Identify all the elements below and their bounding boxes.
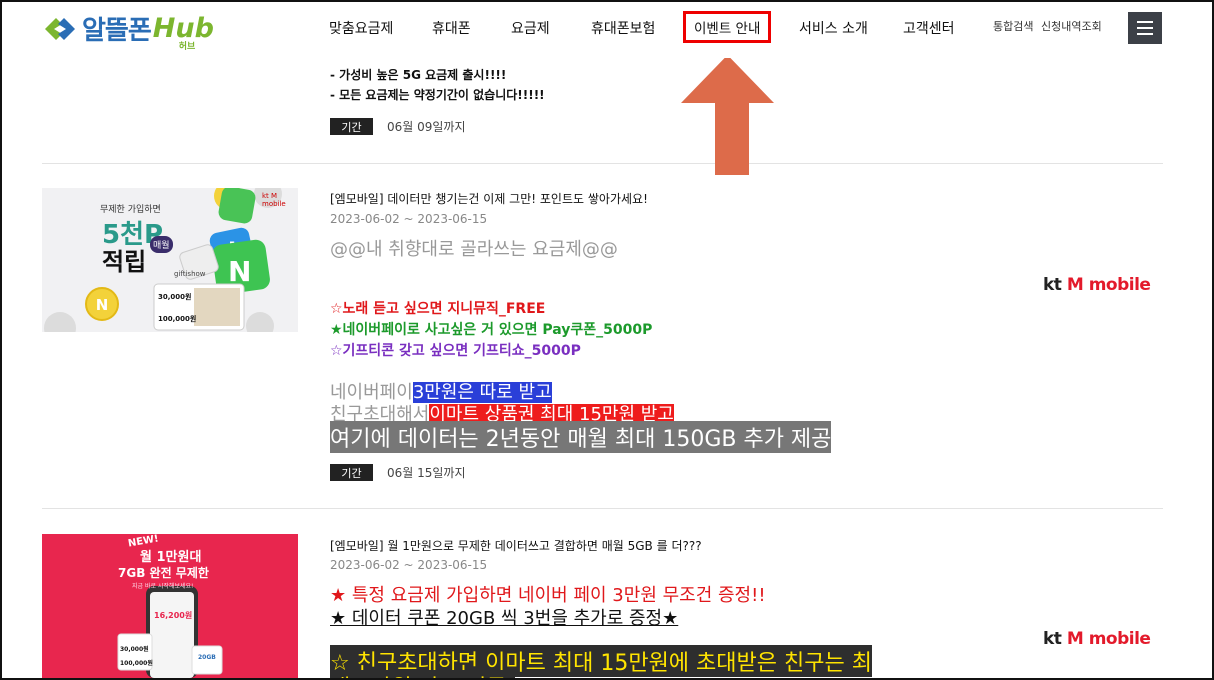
- event2-date: 2023-06-02 ~ 2023-06-15: [330, 558, 488, 572]
- thumb-corner-brand: kt M mobile: [262, 192, 286, 208]
- thumb-amount2: 100,000원: [120, 660, 153, 667]
- thumb-line3: 지금 바로 시작해보세요!: [132, 583, 194, 590]
- thumb-amount2: 100,000원: [158, 315, 197, 323]
- brand-kt: kt: [1043, 629, 1062, 649]
- logo-mark-icon: [45, 17, 75, 40]
- event2-line2: ★ 데이터 쿠폰 20GB 씩 3번을 추가로 증정★: [330, 608, 679, 629]
- event2-title[interactable]: [엠모바일] 월 1만원으로 무제한 데이터쓰고 결합하면 매월 5GB 를 더…: [330, 537, 702, 554]
- event1-thumbnail[interactable]: N L N 무제한 가입하면 5천P 적립 매월 kt M mobile gif…: [42, 188, 298, 332]
- event0-line2: - 모든 요금제는 약정기간이 없습니다!!!!!: [330, 88, 545, 102]
- event2-brand-logo: kt M mobile: [1043, 629, 1151, 649]
- nav-phone[interactable]: 휴대폰: [432, 18, 471, 38]
- site-logo[interactable]: 알뜰폰 Hub 허브: [42, 10, 214, 52]
- event1-title[interactable]: [엠모바일] 데이터만 챙기는건 이제 그만! 포인트도 쌓아가세요!: [330, 190, 648, 207]
- event1-thumbnail-art: N L N: [44, 188, 282, 332]
- event0-period: 기간 06월 09일까지: [330, 118, 466, 135]
- event1-opt3: ☆기프티콘 갖고 싶으면 기프티쇼_5000P: [330, 343, 581, 359]
- thumb-big2-text: 적립: [102, 248, 147, 276]
- brand-mmobile: M mobile: [1066, 275, 1151, 295]
- event1-brand-logo: kt M mobile: [1043, 275, 1151, 295]
- logo-text: 알뜰폰: [82, 16, 152, 46]
- logo-hub: Hub 허브: [153, 13, 214, 52]
- event1-headline: @@내 취향대로 골라쓰는 요금제@@: [330, 239, 618, 260]
- menu-line-icon: [1137, 33, 1153, 35]
- nav-event[interactable]: 이벤트 안내: [683, 11, 772, 43]
- divider: [42, 508, 1163, 509]
- menu-line-icon: [1137, 27, 1153, 29]
- nav-service[interactable]: 서비스 소개: [799, 18, 868, 38]
- thumb-amount1: 30,000원: [158, 293, 192, 301]
- event2-thumbnail[interactable]: NEW! 월 1만원대 7GB 완전 무제한 지금 바로 시작해보세요! 16,…: [42, 534, 298, 678]
- svg-text:N: N: [228, 255, 251, 288]
- event1-opt1: ☆노래 듣고 싶으면 지니뮤직_FREE: [330, 301, 546, 317]
- thumb-badge: 매월: [150, 236, 173, 253]
- period-value: 06월 09일까지: [387, 120, 466, 134]
- thumb-line1: 월 1만원대: [140, 550, 202, 565]
- event0-line1: - 가성비 높은 5G 요금제 출시!!!!: [330, 68, 507, 82]
- nav-plan[interactable]: 요금제: [511, 18, 550, 38]
- brand-kt: kt: [1043, 275, 1062, 295]
- event2-line4: 대 3만원 따로 지급!: [330, 670, 516, 680]
- period-tag: 기간: [330, 118, 373, 135]
- annotation-up-arrow-icon: [681, 55, 774, 175]
- site-header: 알뜰폰 Hub 허브 맞춤요금제 휴대폰 요금제 휴대폰보험 이벤트 안내 서비스…: [0, 0, 1214, 58]
- event1-date: 2023-06-02 ~ 2023-06-15: [330, 212, 488, 226]
- thumb-amount1: 30,000원: [120, 646, 149, 653]
- svg-text:N: N: [96, 296, 109, 314]
- thumb-price: 16,200원: [154, 611, 193, 620]
- event1-opt2: ★네이버페이로 사고싶은 거 있으면 Pay쿠폰_5000P: [330, 322, 653, 338]
- util-history-link[interactable]: 신청내역조회: [1041, 18, 1102, 34]
- brand-mmobile: M mobile: [1066, 629, 1151, 649]
- nav-insurance[interactable]: 휴대폰보험: [591, 18, 655, 38]
- divider: [42, 163, 1163, 164]
- nav-support[interactable]: 고객센터: [903, 18, 955, 38]
- logo-hub-sub: 허브: [178, 42, 196, 52]
- thumb-line2: 7GB 완전 무제한: [118, 566, 209, 580]
- event1-period: 기간 06월 15일까지: [330, 464, 466, 481]
- nav-custom-plan[interactable]: 맞춤요금제: [329, 18, 393, 38]
- menu-line-icon: [1137, 21, 1153, 23]
- period-value: 06월 15일까지: [387, 466, 466, 480]
- thumb-gift-text: giftishow: [174, 270, 206, 278]
- hamburger-menu-button[interactable]: [1128, 12, 1162, 44]
- event1-promo3: 여기에 데이터는 2년동안 매월 최대 150GB 추가 제공: [330, 421, 832, 453]
- thumb-coupon: 20GB: [198, 654, 216, 661]
- util-search-link[interactable]: 통합검색: [993, 18, 1033, 34]
- period-tag: 기간: [330, 464, 373, 481]
